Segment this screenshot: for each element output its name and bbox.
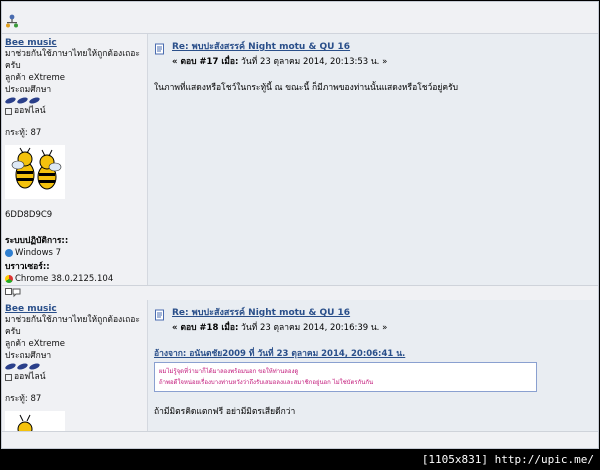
poster-level: ประถมศึกษา xyxy=(5,351,52,361)
browser-label: บราวเซอร์:: xyxy=(5,262,50,272)
forum-thread: Bee music มาช่วยกันใช้ภาษาไทยให้ถูกต้องเ… xyxy=(1,1,599,449)
avatar xyxy=(5,411,65,437)
poster-rank: ลูกค้า eXtreme xyxy=(5,339,65,349)
thread-toolbar xyxy=(2,2,598,34)
document-icon xyxy=(155,43,164,55)
user-tree-icon[interactable] xyxy=(5,14,19,31)
poster-info: Bee music มาช่วยกันใช้ภาษาไทยให้ถูกต้องเ… xyxy=(2,34,148,285)
post-meta: « ตอบ #18 เมื่อ: วันที่ 23 ตุลาคม 2014, … xyxy=(172,323,388,333)
post-title-link[interactable]: Re: พบปะสังสรรค์ Night motu & QU 16 xyxy=(172,308,350,318)
quote-line: ถ้าพอดีใจหน่อยเรื่องบางท่านหวังว่าถึงรับ… xyxy=(159,379,374,386)
post-content: Re: พบปะสังสรรค์ Night motu & QU 16 « ตอ… xyxy=(148,34,598,285)
os-label: ระบบปฏิบัติการ:: xyxy=(5,236,69,246)
rank-stars xyxy=(4,362,144,371)
post-count: กระทู้: 87 xyxy=(5,128,42,138)
user-id: 6DD8D9C9 xyxy=(5,210,53,220)
poster-tagline: มาช่วยกันใช้ภาษาไทยให้ถูกต้องเถอะครับ xyxy=(5,315,140,337)
online-status: ออฟไลน์ xyxy=(5,105,144,117)
online-status: ออฟไลน์ xyxy=(5,371,144,383)
post-header: Re: พบปะสังสรรค์ Night motu & QU 16 « ตอ… xyxy=(154,39,592,68)
windows-icon xyxy=(5,249,13,257)
browser-row: Chrome 38.0.2125.104 xyxy=(5,273,144,285)
post-meta: « ตอบ #17 เมื่อ: วันที่ 23 ตุลาคม 2014, … xyxy=(172,57,388,67)
chrome-icon xyxy=(5,275,13,283)
image-host-caption: [1105x831] http://upic.me/ xyxy=(0,450,600,470)
post-body: ถ้ามีมิตรคิดแตกฟรี อย่ามีมิตรเสียดีกว่า xyxy=(154,407,296,417)
post-actions xyxy=(2,286,598,300)
quote-line: ผมไม่รู้จุดที่ว่ามาก็ได้มาลองพร้อมนอก ขอ… xyxy=(159,368,299,375)
poster-rank: ลูกค้า eXtreme xyxy=(5,73,65,83)
post-body: ในภาพที่แสดงหรือโชว์ในกระทู้นี้ ณ ขณะนี้… xyxy=(154,83,459,93)
post-count: กระทู้: 87 xyxy=(5,394,42,404)
rank-stars xyxy=(4,96,144,105)
poster-name-link[interactable]: Bee music xyxy=(5,38,144,48)
avatar xyxy=(5,145,65,199)
poster-level: ประถมศึกษา xyxy=(5,85,52,95)
poster-tagline: มาช่วยกันใช้ภาษาไทยให้ถูกต้องเถอะครับ xyxy=(5,49,140,71)
poster-info: Bee music มาช่วยกันใช้ภาษาไทยให้ถูกต้องเ… xyxy=(2,300,148,437)
post-content: Re: พบปะสังสรรค์ Night motu & QU 16 « ตอ… xyxy=(148,300,598,431)
quote-header-link[interactable]: อ้างจาก: อนันตชัย2009 ที่ วันที่ 23 ตุลา… xyxy=(154,346,592,360)
post-title-link[interactable]: Re: พบปะสังสรรค์ Night motu & QU 16 xyxy=(172,42,350,52)
quote-reply-icon[interactable] xyxy=(5,288,21,301)
post-header: Re: พบปะสังสรรค์ Night motu & QU 16 « ตอ… xyxy=(154,305,592,334)
poster-name-link[interactable]: Bee music xyxy=(5,304,144,314)
post-18: Bee music มาช่วยกันใช้ภาษาไทยให้ถูกต้องเ… xyxy=(2,300,598,437)
document-icon xyxy=(155,309,164,321)
post-17: Bee music มาช่วยกันใช้ภาษาไทยให้ถูกต้องเ… xyxy=(2,34,598,286)
os-row: Windows 7 xyxy=(5,247,144,259)
offline-icon xyxy=(5,373,12,381)
offline-icon xyxy=(5,107,12,115)
quote-block: ผมไม่รู้จุดที่ว่ามาก็ได้มาลองพร้อมนอก ขอ… xyxy=(154,362,537,392)
